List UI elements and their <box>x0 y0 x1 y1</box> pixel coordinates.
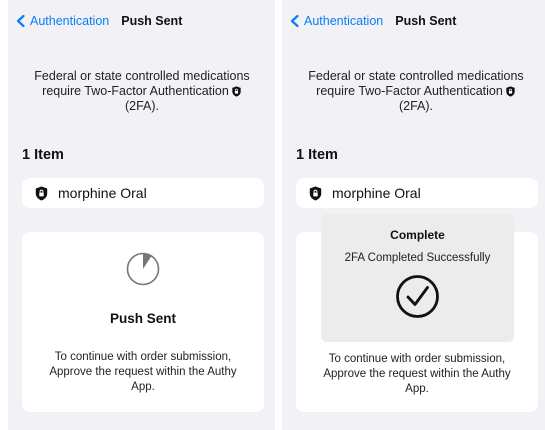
nav-bar: Authentication Push Sent <box>288 12 456 30</box>
screen-2fa-complete: Authentication Push Sent Federal or stat… <box>282 0 545 430</box>
notice-line-2-text: require Two-Factor Authentication <box>42 84 229 98</box>
back-button[interactable]: Authentication <box>288 14 383 28</box>
item-count: 1 Item <box>296 147 338 163</box>
medication-item[interactable]: morphine Oral <box>22 178 264 208</box>
notice-line-3: (2FA). <box>398 99 434 113</box>
popup-title: Complete <box>390 228 445 242</box>
notice-line-1: Federal or state controlled medications <box>34 69 250 83</box>
shield-lock-icon <box>232 86 241 97</box>
loading-spinner-icon <box>126 252 160 286</box>
desc-line-1: To continue with order submission, <box>54 351 232 363</box>
item-count: 1 Item <box>22 147 64 163</box>
desc-line-1: To continue with order submission, <box>328 353 506 365</box>
desc-line-2: Approve the request within the Authy <box>323 368 511 380</box>
screen-push-sent: Authentication Push Sent Federal or stat… <box>8 0 275 430</box>
card-title: Push Sent <box>109 311 176 326</box>
popup-message: 2FA Completed Successfully <box>344 252 491 264</box>
shield-lock-icon <box>35 186 48 200</box>
completion-popup: Complete 2FA Completed Successfully <box>321 214 514 342</box>
shield-lock-icon <box>309 186 322 200</box>
back-button[interactable]: Authentication <box>14 14 109 28</box>
notice-line-3: (2FA). <box>124 99 160 113</box>
notice-line-2: require Two-Factor Authentication <box>296 84 536 99</box>
checkmark-circle-icon <box>396 275 439 318</box>
notice-line-2: require Two-Factor Authentication <box>22 84 262 99</box>
2fa-notice: Federal or state controlled medications … <box>296 69 536 114</box>
nav-bar: Authentication Push Sent <box>14 12 182 30</box>
chevron-left-icon <box>16 14 25 28</box>
card-description: To continue with order submission, Appro… <box>40 350 246 395</box>
chevron-left-icon <box>290 14 299 28</box>
2fa-notice: Federal or state controlled medications … <box>22 69 262 114</box>
nav-title: Push Sent <box>395 14 457 28</box>
back-label: Authentication <box>304 14 384 28</box>
notice-line-2-text: require Two-Factor Authentication <box>316 84 503 98</box>
nav-title: Push Sent <box>121 14 183 28</box>
medication-label: morphine Oral <box>332 185 421 201</box>
desc-line-3: App. <box>405 383 429 395</box>
back-label: Authentication <box>30 14 110 28</box>
medication-item[interactable]: morphine Oral <box>296 178 538 208</box>
medication-label: morphine Oral <box>58 185 147 201</box>
desc-line-2: Approve the request within the Authy <box>49 366 237 378</box>
desc-line-3: App. <box>131 381 155 393</box>
shield-lock-icon <box>506 86 515 97</box>
card-description: To continue with order submission, Appro… <box>314 352 520 397</box>
notice-line-1: Federal or state controlled medications <box>308 69 524 83</box>
push-status-card: Push Sent To continue with order submiss… <box>22 232 264 412</box>
